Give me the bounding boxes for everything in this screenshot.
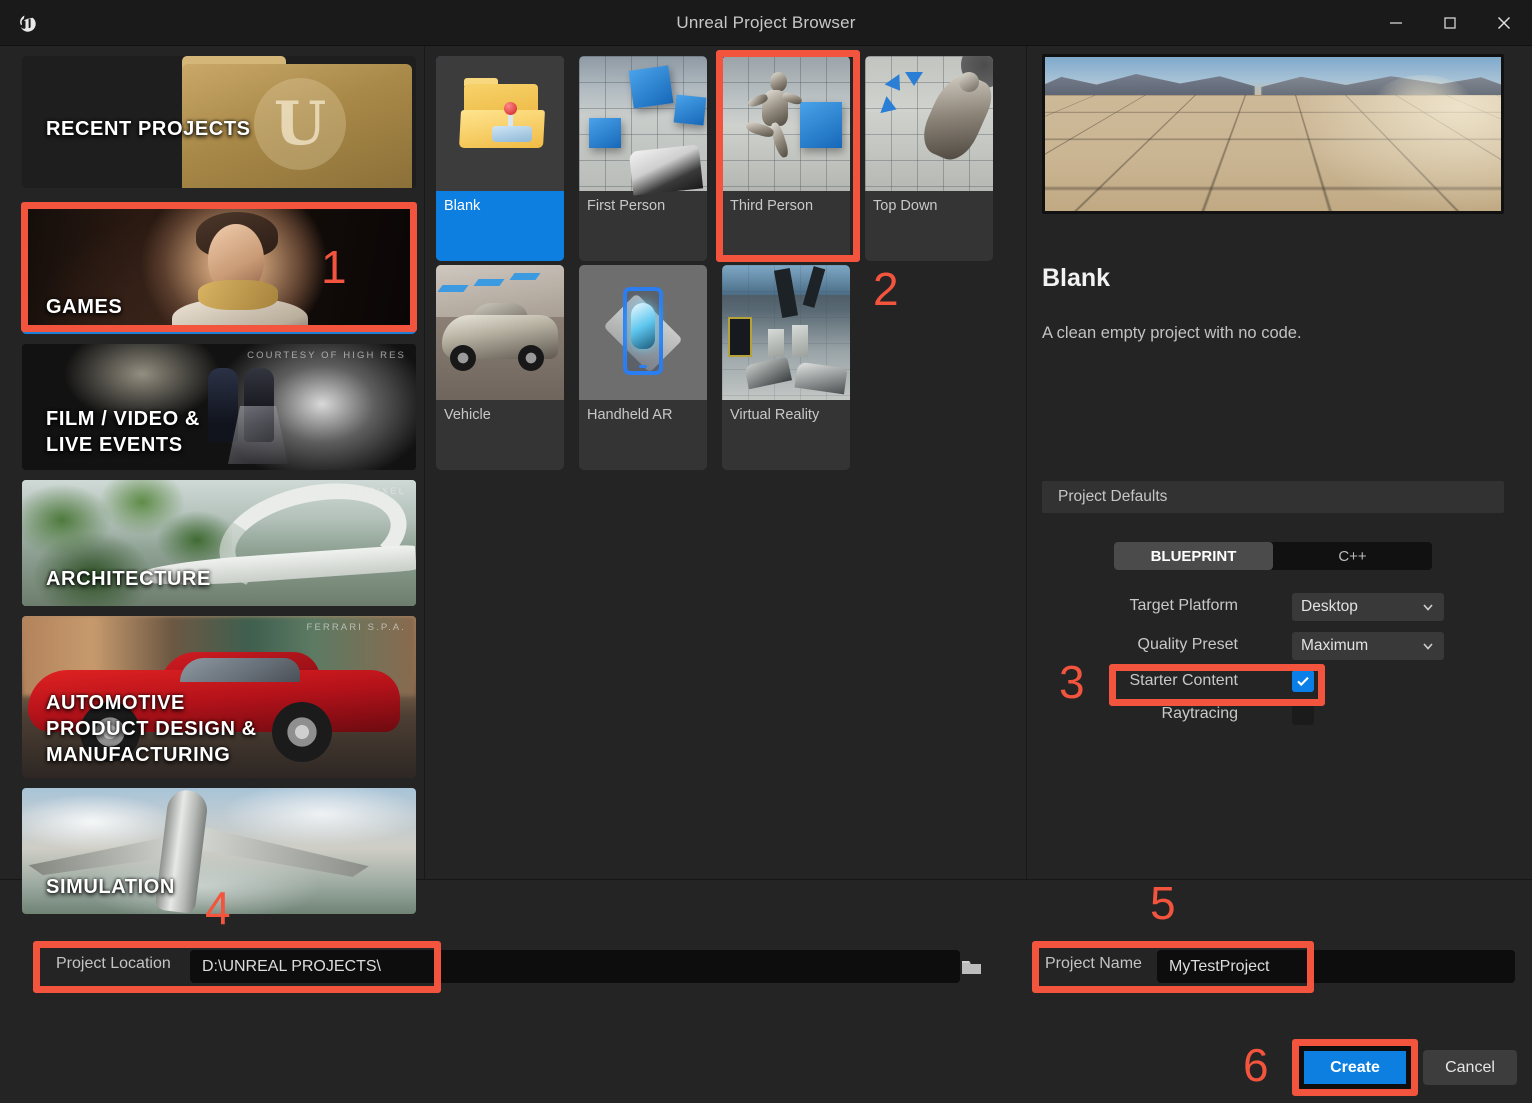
project-preview-image xyxy=(1042,54,1504,214)
third-person-template-thumbnail xyxy=(722,56,850,191)
close-icon[interactable] xyxy=(1478,0,1530,46)
chevron-down-icon xyxy=(1421,600,1435,614)
category-credit: FERRARI S.P.A. xyxy=(306,622,406,633)
quality-preset-label: Quality Preset xyxy=(1137,636,1238,653)
starter-content-checkbox[interactable] xyxy=(1292,670,1314,692)
details-description: A clean empty project with no code. xyxy=(1042,324,1302,342)
window-title: Unreal Project Browser xyxy=(676,13,856,32)
project-location-input[interactable]: D:\UNREAL PROJECTS\ xyxy=(190,950,960,983)
category-label-line1: AUTOMOTIVE xyxy=(46,692,185,714)
blank-template-icon xyxy=(436,56,564,191)
virtual-reality-template-thumbnail xyxy=(722,265,850,400)
raytracing-checkbox[interactable] xyxy=(1292,703,1314,725)
raytracing-row: Raytracing xyxy=(1042,701,1504,731)
category-label-line3: MANUFACTURING xyxy=(46,744,231,766)
template-card-handheld-ar[interactable]: Handheld AR xyxy=(579,265,707,470)
chevron-down-icon xyxy=(1421,639,1435,653)
category-film-video-live-events[interactable]: COURTESY OF HIGH RES FILM / VIDEO & LIVE… xyxy=(22,344,416,470)
category-label: ARCHITECTURE xyxy=(46,568,211,590)
template-name: Handheld AR xyxy=(587,407,673,423)
project-location-label: Project Location xyxy=(56,955,171,972)
category-label-line2: LIVE EVENTS xyxy=(46,434,183,456)
cancel-button[interactable]: Cancel xyxy=(1423,1050,1517,1085)
template-card-top-down[interactable]: Top Down xyxy=(865,56,993,261)
minimize-icon[interactable] xyxy=(1370,0,1422,46)
category-label-line1: FILM / VIDEO & xyxy=(46,408,200,430)
first-person-template-thumbnail xyxy=(579,56,707,196)
target-platform-row: Target Platform Desktop xyxy=(1042,593,1504,623)
template-name: Third Person xyxy=(730,198,814,214)
category-label: GAMES xyxy=(46,296,123,318)
vehicle-template-thumbnail xyxy=(436,265,564,400)
folder-icon[interactable] xyxy=(960,957,984,977)
project-name-label: Project Name xyxy=(1045,955,1142,972)
details-panel: Blank A clean empty project with no code… xyxy=(1026,46,1532,879)
template-card-vehicle[interactable]: Vehicle xyxy=(436,265,564,470)
category-recent-projects[interactable]: U RECENT PROJECTS xyxy=(22,56,416,188)
starter-content-row: Starter Content xyxy=(1042,668,1504,698)
category-label: FILM / VIDEO & LIVE EVENTS xyxy=(46,406,200,458)
category-label: AUTOMOTIVE PRODUCT DESIGN & MANUFACTURIN… xyxy=(46,690,257,768)
category-label: SIMULATION xyxy=(46,876,175,898)
raytracing-label: Raytracing xyxy=(1161,705,1238,722)
check-icon xyxy=(1295,673,1311,689)
project-defaults-header: Project Defaults xyxy=(1042,481,1504,513)
template-name: Virtual Reality xyxy=(730,407,820,423)
target-platform-label: Target Platform xyxy=(1129,597,1238,614)
title-bar: Unreal Project Browser xyxy=(0,0,1532,46)
cpp-toggle[interactable]: C++ xyxy=(1273,542,1432,570)
details-title: Blank xyxy=(1042,264,1111,292)
target-platform-select[interactable]: Desktop xyxy=(1292,593,1444,621)
category-automotive-product-design-manufacturing[interactable]: FERRARI S.P.A. AUTOMOTIVE PRODUCT DESIGN… xyxy=(22,616,416,778)
category-architecture[interactable]: TILTPIXEL ARCHITECTURE xyxy=(22,480,416,606)
template-name: Blank xyxy=(436,191,564,261)
starter-content-label: Starter Content xyxy=(1129,672,1239,689)
template-card-third-person[interactable]: Third Person xyxy=(722,56,850,261)
selected-indicator xyxy=(22,331,416,334)
quality-preset-select[interactable]: Maximum xyxy=(1292,632,1444,660)
category-games[interactable]: GAMES xyxy=(22,206,416,334)
create-button[interactable]: Create xyxy=(1303,1050,1407,1085)
category-credit: TILTPIXEL xyxy=(341,486,406,497)
project-name-input[interactable]: MyTestProject xyxy=(1157,950,1515,983)
target-platform-value: Desktop xyxy=(1301,598,1358,615)
template-card-virtual-reality[interactable]: Virtual Reality xyxy=(722,265,850,470)
category-label-line2: PRODUCT DESIGN & xyxy=(46,718,257,740)
template-card-blank[interactable]: Blank xyxy=(436,56,564,261)
category-credit: COURTESY OF HIGH RES xyxy=(247,350,406,361)
handheld-ar-template-icon xyxy=(579,265,707,400)
divider-left xyxy=(424,46,425,879)
category-list: U RECENT PROJECTS GAMES COURTESY OF HIGH… xyxy=(22,56,416,914)
language-toggle-group: BLUEPRINT C++ xyxy=(1114,542,1432,570)
category-simulation[interactable]: SIMULATION xyxy=(22,788,416,914)
top-down-template-thumbnail xyxy=(865,56,993,191)
template-name: First Person xyxy=(587,198,666,214)
template-card-first-person[interactable]: First Person xyxy=(579,56,707,261)
quality-preset-row: Quality Preset Maximum xyxy=(1042,632,1504,662)
template-name: Top Down xyxy=(873,198,938,214)
template-name: Vehicle xyxy=(444,407,491,423)
blueprint-toggle[interactable]: BLUEPRINT xyxy=(1114,542,1273,570)
maximize-icon[interactable] xyxy=(1424,0,1476,46)
quality-preset-value: Maximum xyxy=(1301,637,1369,654)
category-label: RECENT PROJECTS xyxy=(46,118,251,140)
